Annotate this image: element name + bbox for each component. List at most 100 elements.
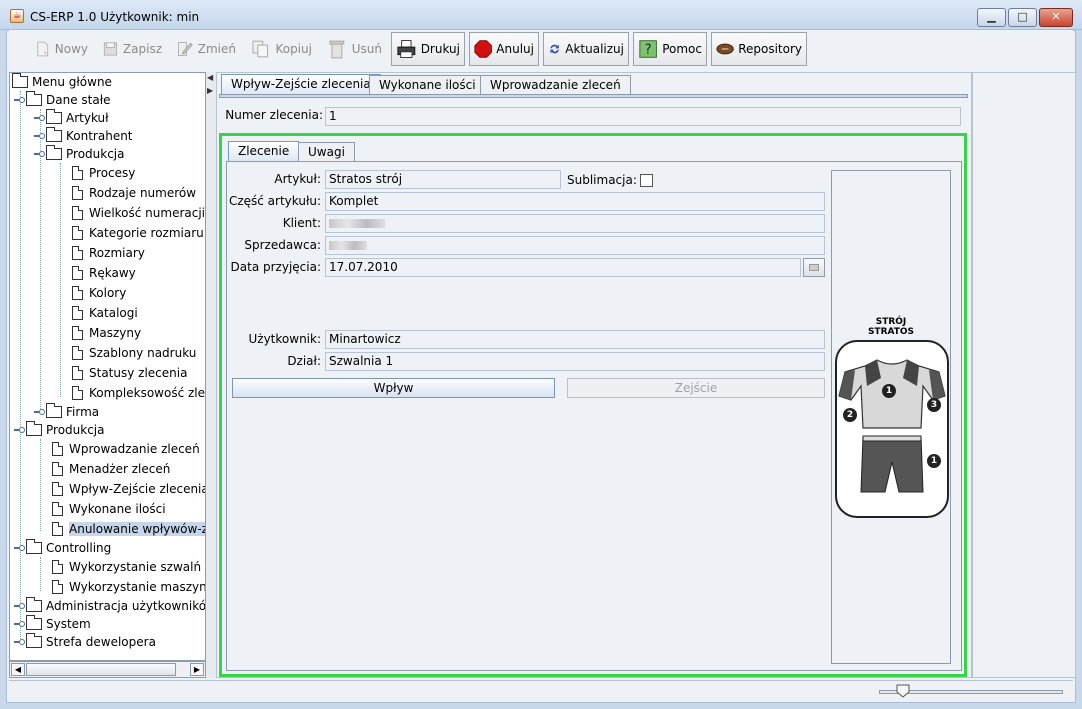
- expand-arrow-icon[interactable]: ▶: [207, 86, 213, 95]
- outflow-button[interactable]: Zejście: [567, 378, 825, 398]
- order-number-field[interactable]: 1: [325, 107, 961, 126]
- zoom-slider-thumb[interactable]: [895, 683, 911, 699]
- tab-wprowadzanie-zlecen[interactable]: Wprowadzanie zleceń: [480, 75, 631, 95]
- tree-item-wykonane-ilosci[interactable]: Wykonane ilości: [52, 500, 166, 518]
- tree-node-administracja[interactable]: Administracja użytkowników: [14, 597, 205, 615]
- tree-item-wielkosc-numeracji[interactable]: Wielkość numeracji: [72, 204, 205, 222]
- tree-item-kompleksowosc[interactable]: Kompleksowość zleceń: [72, 384, 205, 402]
- tree-node-produkcja[interactable]: Produkcja: [14, 421, 105, 439]
- help-button[interactable]: ? Pomoc: [633, 32, 707, 66]
- tree-label: Kontrahent: [66, 129, 133, 143]
- repository-button[interactable]: Repository: [711, 32, 807, 66]
- tree-node-kontrahent[interactable]: Kontrahent: [34, 127, 133, 145]
- tree-item-menadzer-zlecen[interactable]: Menadżer zleceń: [52, 460, 170, 478]
- expand-toggle-icon[interactable]: [14, 544, 25, 552]
- tree-item-kolory[interactable]: Kolory: [72, 284, 126, 302]
- tree-item-rekawy[interactable]: Rękawy: [72, 264, 136, 282]
- document-icon: [72, 306, 83, 320]
- tree-item-kategorie-rozmiaru[interactable]: Kategorie rozmiaru: [72, 224, 204, 242]
- user-label: Użytkownik:: [248, 332, 322, 346]
- close-button[interactable]: ✕: [1039, 8, 1073, 27]
- collapse-arrow-icon[interactable]: ◀: [207, 73, 213, 82]
- expand-toggle-icon[interactable]: [34, 408, 45, 416]
- scroll-thumb[interactable]: [26, 663, 176, 676]
- document-icon: [52, 462, 63, 476]
- folder-icon: [46, 127, 62, 142]
- article-part-field[interactable]: Komplet: [325, 192, 825, 211]
- tree-item-statusy-zlecenia[interactable]: Statusy zlecenia: [72, 364, 187, 382]
- tree-item-wykorzystanie-maszyn[interactable]: Wykorzystanie maszyn: [52, 578, 205, 596]
- document-icon: [52, 580, 63, 594]
- tree-item-rodzaje-numerow[interactable]: Rodzaje numerów: [72, 184, 196, 202]
- tree-root[interactable]: Menu główne: [12, 73, 112, 91]
- tree-label: Wykonane ilości: [69, 502, 166, 516]
- document-icon: [72, 266, 83, 280]
- article-field[interactable]: Stratos strój: [325, 170, 561, 189]
- seller-field[interactable]: [325, 236, 825, 255]
- calendar-picker-button[interactable]: [803, 258, 825, 277]
- tree-node-produkcja-sub[interactable]: Produkcja: [34, 145, 125, 163]
- tree-item-katalogi[interactable]: Katalogi: [72, 304, 138, 322]
- tree-item-maszyny[interactable]: Maszyny: [72, 324, 141, 342]
- tree-label: Strefa dewelopera: [46, 635, 156, 649]
- tree-item-rozmiary[interactable]: Rozmiary: [72, 244, 145, 262]
- tree-label: Szablony nadruku: [89, 346, 197, 360]
- tree-item-anulowanie[interactable]: Anulowanie wpływów-zejść: [52, 520, 205, 538]
- delete-button[interactable]: Usuń: [321, 32, 387, 66]
- football-icon: [716, 43, 734, 55]
- scroll-right-arrow-icon[interactable]: ▶: [190, 663, 204, 676]
- tree-node-controlling[interactable]: Controlling: [14, 539, 111, 557]
- tree-label: Wielkość numeracji: [89, 206, 206, 220]
- expand-toggle-icon[interactable]: [34, 150, 45, 158]
- tree-node-system[interactable]: System: [14, 615, 91, 633]
- print-button[interactable]: Drukuj: [391, 32, 465, 66]
- tree-node-artykul[interactable]: Artykuł: [34, 109, 109, 127]
- split-pane-divider[interactable]: ◀ ▶: [206, 72, 216, 678]
- expand-toggle-icon[interactable]: [14, 602, 25, 610]
- sublimation-checkbox[interactable]: [640, 174, 653, 187]
- client-field[interactable]: [325, 214, 825, 233]
- tree-item-wprowadzanie-zlecen[interactable]: Wprowadzanie zleceń: [52, 440, 200, 458]
- subtab-zlecenie[interactable]: Zlecenie: [228, 141, 300, 161]
- navigation-tree: Menu główne Dane stałe Artykuł Kontrahen…: [9, 72, 206, 661]
- expand-toggle-icon[interactable]: [14, 620, 25, 628]
- tree-item-procesy[interactable]: Procesy: [72, 164, 135, 182]
- user-field[interactable]: Minartowicz: [325, 330, 825, 349]
- copy-button[interactable]: Kopiuj: [245, 32, 317, 66]
- subtab-uwagi[interactable]: Uwagi: [298, 142, 355, 162]
- tree-node-strefa-dewelopera[interactable]: Strefa dewelopera: [14, 633, 156, 651]
- new-button[interactable]: Nowy: [29, 32, 93, 66]
- inflow-button[interactable]: Wpływ: [232, 378, 555, 398]
- redacted-value: [329, 219, 385, 228]
- tree-item-wykorzystanie-szwaln[interactable]: Wykorzystanie szwalń: [52, 558, 201, 576]
- expand-toggle-icon[interactable]: [14, 426, 25, 434]
- edit-button[interactable]: Zmień: [171, 32, 241, 66]
- stop-sign-icon: [474, 40, 492, 58]
- floppy-icon: [103, 42, 117, 56]
- scroll-left-arrow-icon[interactable]: ◀: [11, 663, 25, 676]
- tree-node-dane-stale[interactable]: Dane stałe: [14, 91, 111, 109]
- edit-label: Zmień: [197, 42, 236, 56]
- tree-horizontal-scrollbar[interactable]: ◀ ▶: [9, 661, 206, 678]
- expand-toggle-icon[interactable]: [14, 638, 25, 646]
- expand-toggle-icon[interactable]: [34, 114, 45, 122]
- tree-item-wplyw-zejscie[interactable]: Wpływ-Zejście zlecenia: [52, 480, 205, 498]
- document-icon: [72, 366, 83, 380]
- receive-date-field[interactable]: 17.07.2010: [325, 258, 801, 277]
- refresh-button[interactable]: Aktualizuj: [543, 32, 629, 66]
- cancel-button[interactable]: Anuluj: [469, 32, 539, 66]
- tree-item-szablony-nadruku[interactable]: Szablony nadruku: [72, 344, 196, 362]
- tab-wykonane-ilosci[interactable]: Wykonane ilości: [369, 75, 486, 95]
- toolbar: Nowy Zapisz Zmień Kopiuj Usuń Drukuj Anu…: [9, 30, 1073, 68]
- maximize-button[interactable]: □: [1008, 8, 1037, 27]
- expand-toggle-icon[interactable]: [14, 96, 25, 104]
- refresh-label: Aktualizuj: [565, 42, 624, 56]
- expand-toggle-icon[interactable]: [34, 132, 45, 140]
- minimize-button[interactable]: ▁: [977, 8, 1006, 27]
- save-button[interactable]: Zapisz: [97, 32, 167, 66]
- department-field[interactable]: Szwalnia 1: [325, 352, 825, 371]
- tab-wplyw-zejscie[interactable]: Wpływ-Zejście zlecenia: [221, 74, 381, 94]
- tree-node-firma[interactable]: Firma: [34, 403, 99, 421]
- tree-guide: [40, 439, 41, 531]
- tree-label: Produkcja: [66, 147, 125, 161]
